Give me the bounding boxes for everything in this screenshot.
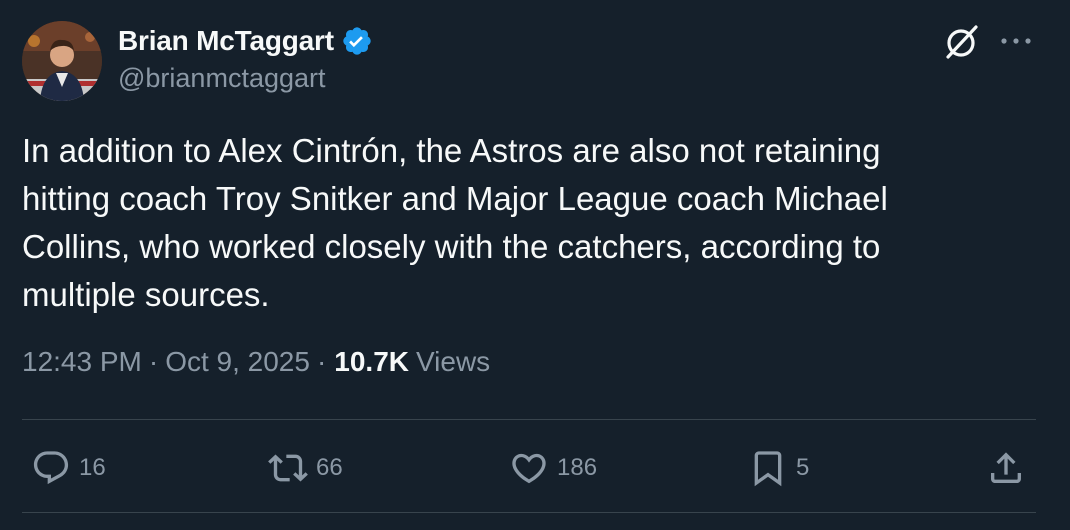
bookmark-count: 5 xyxy=(796,454,810,481)
tweet-card: Brian McTaggart @brianmctaggart In addit… xyxy=(0,0,1070,530)
reply-count: 16 xyxy=(79,454,106,481)
retweet-count: 66 xyxy=(316,454,343,481)
share-button[interactable] xyxy=(986,440,1026,496)
avatar[interactable] xyxy=(22,21,102,101)
reply-button[interactable]: 16 xyxy=(31,440,106,496)
tweet-date[interactable]: Oct 9, 2025 xyxy=(165,346,310,378)
views-label[interactable]: Views xyxy=(416,346,490,378)
tweet-time[interactable]: 12:43 PM xyxy=(22,346,142,378)
author-handle[interactable]: @brianmctaggart xyxy=(118,63,326,94)
meta-separator: · xyxy=(148,346,159,377)
action-bar: 16 66 186 5 xyxy=(0,440,1070,496)
user-avatar-icon xyxy=(22,21,102,101)
tweet-text: In addition to Alex Cintrón, the Astros … xyxy=(22,132,888,313)
author-display-name[interactable]: Brian McTaggart xyxy=(118,25,334,57)
meta-separator: · xyxy=(316,346,327,377)
reply-icon xyxy=(33,451,69,485)
retweet-icon xyxy=(268,454,308,482)
more-options-icon[interactable] xyxy=(996,26,1036,56)
author-name-row: Brian McTaggart xyxy=(118,22,373,60)
divider xyxy=(22,512,1036,513)
verified-badge-icon[interactable] xyxy=(341,25,373,57)
divider xyxy=(22,419,1036,420)
share-icon xyxy=(991,452,1021,483)
bookmark-button[interactable]: 5 xyxy=(748,440,809,496)
retweet-button[interactable]: 66 xyxy=(268,440,343,496)
grok-icon[interactable] xyxy=(941,22,981,62)
bookmark-icon xyxy=(754,451,782,487)
heart-icon xyxy=(512,453,546,484)
tweet-meta: 12:43 PM · Oct 9, 2025 · 10.7K Views xyxy=(22,346,490,378)
like-button[interactable]: 186 xyxy=(509,440,597,496)
views-count[interactable]: 10.7K xyxy=(334,346,409,378)
like-count: 186 xyxy=(557,454,598,481)
